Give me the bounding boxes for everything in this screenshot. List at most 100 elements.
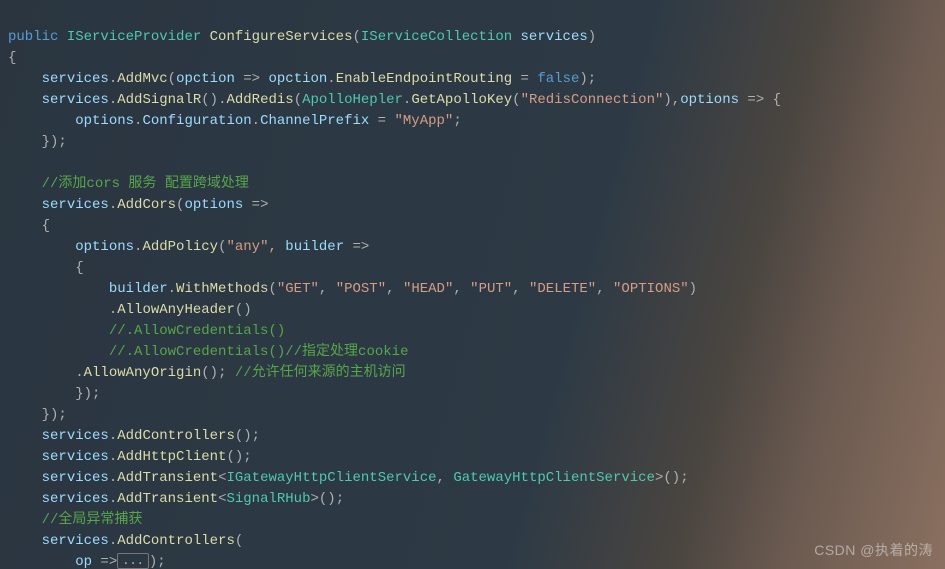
- angle: >: [310, 491, 318, 507]
- code-line: options.AddPolicy("any", builder =>: [8, 239, 369, 255]
- type-signalrhub: SignalRHub: [226, 491, 310, 507]
- semicolon: ;: [218, 365, 235, 381]
- parens: (): [235, 428, 252, 444]
- method-addredis: AddRedis: [226, 92, 293, 108]
- type-iserviceprovider: IServiceProvider: [67, 29, 201, 45]
- var-services: services: [42, 428, 109, 444]
- comma: ,: [672, 92, 680, 108]
- brace: }): [75, 386, 92, 402]
- dot: .: [109, 197, 117, 213]
- code-line: builder.WithMethods("GET", "POST", "HEAD…: [8, 281, 697, 297]
- paren: (: [352, 29, 360, 45]
- assign: =: [369, 113, 394, 129]
- paren: ): [149, 554, 157, 569]
- method-addcontrollers: AddControllers: [117, 533, 235, 549]
- paren: (: [168, 71, 176, 87]
- brace: {: [773, 92, 781, 108]
- lambda-arrow: =>: [92, 554, 117, 569]
- dot: .: [109, 92, 117, 108]
- brace: {: [8, 50, 16, 66]
- method-allowanyheader: AllowAnyHeader: [117, 302, 235, 318]
- var-options: options: [75, 239, 134, 255]
- type-igatewayhttpclientservice: IGatewayHttpClientService: [226, 470, 436, 486]
- string-put: "PUT": [470, 281, 512, 297]
- paren: (: [268, 281, 276, 297]
- comment-allowcredentials: //.AllowCredentials(): [109, 323, 285, 339]
- code-line: //全局异常捕获: [8, 512, 142, 528]
- comma: ,: [596, 281, 613, 297]
- method-addcontrollers: AddControllers: [117, 428, 235, 444]
- comment-allowcredentials-cookie: //.AllowCredentials()//指定处理cookie: [109, 344, 409, 360]
- code-line: services.AddSignalR().AddRedis(ApolloHep…: [8, 92, 781, 108]
- brace: {: [75, 260, 83, 276]
- watermark-text: CSDN @执着的涛: [814, 540, 933, 561]
- paren: (: [294, 92, 302, 108]
- prop-enableendpointrouting: EnableEndpointRouting: [336, 71, 512, 87]
- lambda-param-builder: builder: [285, 239, 344, 255]
- brace: {: [42, 218, 50, 234]
- parens: (): [201, 365, 218, 381]
- var-opction: opction: [268, 71, 327, 87]
- param-services: services: [521, 29, 588, 45]
- code-line: services.AddHttpClient();: [8, 449, 252, 465]
- code-line: //.AllowCredentials(): [8, 323, 285, 339]
- string-head: "HEAD": [403, 281, 453, 297]
- code-line: services.AddControllers();: [8, 428, 260, 444]
- semicolon: ;: [453, 113, 461, 129]
- lambda-param: opction: [176, 71, 235, 87]
- comment-cors: //添加cors 服务 配置跨域处理: [42, 176, 249, 192]
- parens: (): [226, 449, 243, 465]
- code-line: });: [8, 134, 67, 150]
- string-delete: "DELETE": [529, 281, 596, 297]
- dot: .: [109, 470, 117, 486]
- code-line: });: [8, 386, 100, 402]
- dot: .: [327, 71, 335, 87]
- paren: (: [235, 533, 243, 549]
- brace: }): [42, 407, 59, 423]
- code-line: op =>...);: [8, 554, 166, 569]
- comma: ,: [453, 281, 470, 297]
- code-line: services.AddControllers(: [8, 533, 243, 549]
- var-services: services: [42, 449, 109, 465]
- method-addtransient: AddTransient: [117, 470, 218, 486]
- keyword-public: public: [8, 29, 58, 45]
- comma: ,: [512, 281, 529, 297]
- paren: ): [663, 92, 671, 108]
- lambda-param: options: [184, 197, 243, 213]
- prop-configuration: Configuration: [142, 113, 251, 129]
- semicolon: ;: [336, 491, 344, 507]
- comment-global-exception: //全局异常捕获: [42, 512, 143, 528]
- dot: .: [109, 71, 117, 87]
- semicolon: ;: [243, 449, 251, 465]
- comment-allow-any-origin: //允许任何来源的主机访问: [235, 365, 406, 381]
- dot: .: [109, 302, 117, 318]
- method-addpolicy: AddPolicy: [142, 239, 218, 255]
- string-any: "any": [226, 239, 268, 255]
- code-line: services.AddTransient<IGatewayHttpClient…: [8, 470, 689, 486]
- code-line: .AllowAnyHeader(): [8, 302, 252, 318]
- comma: ,: [319, 281, 336, 297]
- parens: (): [201, 92, 218, 108]
- lambda-param-op: op: [75, 554, 92, 569]
- code-line: });: [8, 407, 67, 423]
- dot: .: [109, 533, 117, 549]
- parens: (): [319, 491, 336, 507]
- method-getapollokey: GetApolloKey: [411, 92, 512, 108]
- type-apollohepler: ApolloHepler: [302, 92, 403, 108]
- var-services: services: [42, 71, 109, 87]
- semicolon: ;: [252, 428, 260, 444]
- code-line: services.AddMvc(opction => opction.Enabl…: [8, 71, 596, 87]
- var-services: services: [42, 491, 109, 507]
- comma: ,: [386, 281, 403, 297]
- var-options: options: [75, 113, 134, 129]
- brace: }): [42, 134, 59, 150]
- dot: .: [109, 428, 117, 444]
- var-builder: builder: [109, 281, 168, 297]
- dot: .: [252, 113, 260, 129]
- method-addmvc: AddMvc: [117, 71, 167, 87]
- dot: .: [109, 491, 117, 507]
- lambda-arrow: =>: [344, 239, 369, 255]
- code-fold-ellipsis[interactable]: ...: [117, 553, 149, 569]
- semicolon: ;: [58, 407, 66, 423]
- assign: =: [512, 71, 537, 87]
